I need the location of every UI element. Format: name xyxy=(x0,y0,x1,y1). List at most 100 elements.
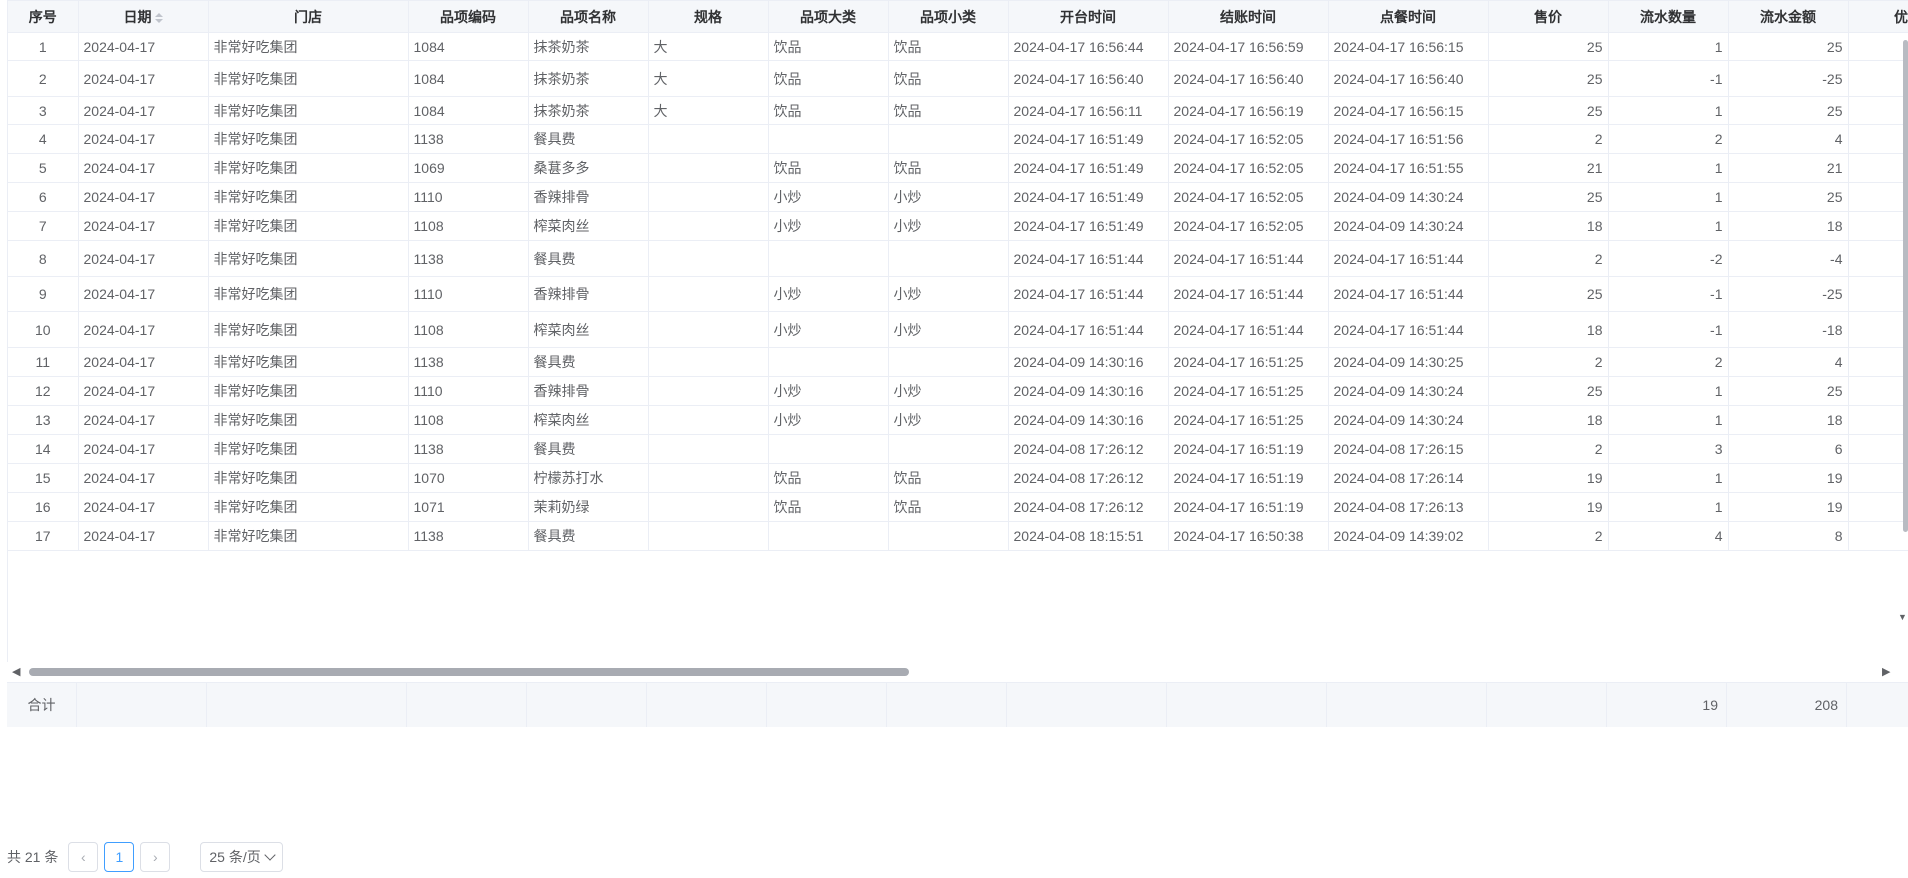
table-summary-row: 合计 19 208 xyxy=(7,682,1908,727)
column-header-label: 优惠 xyxy=(1894,8,1908,25)
cell-spec xyxy=(648,492,769,522)
summary-cell xyxy=(767,683,887,727)
table-row[interactable]: 1 2024-04-17 非常好吃集团 1084 抹茶奶茶大饮品 饮品 2024-04-17… xyxy=(8,32,1908,61)
cell-name: 香辣排骨 xyxy=(528,182,649,212)
cell-qty: 3 xyxy=(1608,434,1729,464)
cell-minor: 饮品 xyxy=(888,492,1009,522)
next-page-button[interactable]: › xyxy=(140,842,171,872)
prev-page-button[interactable]: ‹ xyxy=(68,842,99,872)
table-row[interactable]: 8 2024-04-17 非常好吃集团 1138 餐具费 2024-04-17 16:51… xyxy=(8,240,1908,277)
cell-order: 2024-04-17 16:51:44 xyxy=(1328,311,1489,348)
cell-store: 非常好吃集团 xyxy=(208,32,409,61)
horizontal-scrollbar-thumb[interactable] xyxy=(29,668,909,676)
table-row[interactable]: 7 2024-04-17 非常好吃集团 1108 榨菜肉丝 小炒 小炒 2024-04-17 … xyxy=(8,211,1908,241)
cell-amount: 19 xyxy=(1728,463,1849,493)
cell-date: 2024-04-17 xyxy=(78,405,209,435)
cell-spec: 大 xyxy=(648,60,769,97)
cell-discount xyxy=(1848,311,1908,348)
table-row[interactable]: 11 2024-04-17 非常好吃集团 1138 餐具费 2024-04-09 14:3… xyxy=(8,347,1908,377)
cell-discount xyxy=(1848,32,1908,61)
cell-major: 饮品 xyxy=(768,60,889,97)
sort-caret-icon[interactable] xyxy=(154,12,163,23)
cell-name: 抹茶奶茶 xyxy=(528,96,649,125)
cell-minor: 小炒 xyxy=(888,211,1009,241)
cell-date: 2024-04-17 xyxy=(78,492,209,522)
table-row[interactable]: 16 2024-04-17 非常好吃集团 1071 茉莉奶绿 饮品 饮品 2024-04-08… xyxy=(8,492,1908,522)
column-header-label: 流水金额 xyxy=(1760,8,1816,25)
cell-seq: 14 xyxy=(8,434,79,464)
page-size-select[interactable]: 25 条/页 xyxy=(200,842,283,872)
table-row[interactable]: 12 2024-04-17 非常好吃集团 1110 香辣排骨 小炒 小炒 2024-04-09… xyxy=(8,376,1908,406)
cell-checkout: 2024-04-17 16:52:05 xyxy=(1168,211,1329,241)
table-row[interactable]: 3 2024-04-17 非常好吃集团 1084 抹茶奶茶大饮品 饮品 2024-04-17… xyxy=(8,96,1908,125)
table-row[interactable]: 17 2024-04-17 非常好吃集团 1138 餐具费 2024-04-08 18:1… xyxy=(8,521,1908,551)
cell-checkout: 2024-04-17 16:51:19 xyxy=(1168,463,1329,493)
cell-open: 2024-04-17 16:56:40 xyxy=(1008,60,1169,97)
page-number-button[interactable]: 1 xyxy=(104,842,135,872)
column-header-qty: 流水数量 xyxy=(1608,0,1729,33)
cell-discount xyxy=(1848,211,1908,241)
cell-open: 2024-04-09 14:30:16 xyxy=(1008,376,1169,406)
scroll-right-arrow-icon[interactable]: ▶ xyxy=(1882,666,1890,678)
table-row[interactable]: 4 2024-04-17 非常好吃集团 1138 餐具费 2024-04-17 16:51… xyxy=(8,124,1908,154)
cell-checkout: 2024-04-17 16:51:25 xyxy=(1168,347,1329,377)
table-row[interactable]: 9 2024-04-17 非常好吃集团 1110 香辣排骨 小炒 小炒 2024-04-17 … xyxy=(8,276,1908,312)
cell-order: 2024-04-08 17:26:13 xyxy=(1328,492,1489,522)
cell-spec xyxy=(648,405,769,435)
column-header-label: 序号 xyxy=(28,8,57,25)
column-header-label: 品项大类 xyxy=(800,8,856,25)
scroll-left-arrow-icon[interactable]: ◀ xyxy=(12,666,20,678)
cell-amount: 6 xyxy=(1728,434,1849,464)
cell-store: 非常好吃集团 xyxy=(208,434,409,464)
cell-price: 25 xyxy=(1488,32,1609,61)
cell-checkout: 2024-04-17 16:51:44 xyxy=(1168,311,1329,348)
column-header-date[interactable]: 日期 xyxy=(78,0,209,33)
cell-open: 2024-04-17 16:51:49 xyxy=(1008,153,1169,183)
table-row[interactable]: 5 2024-04-17 非常好吃集团 1069 桑葚多多 饮品 饮品 2024-04-17 … xyxy=(8,153,1908,183)
cell-store: 非常好吃集团 xyxy=(208,376,409,406)
column-header-store: 门店 xyxy=(208,0,409,33)
horizontal-scrollbar[interactable]: ◀ ▶ xyxy=(7,662,1908,682)
cell-store: 非常好吃集团 xyxy=(208,124,409,154)
cell-major xyxy=(768,347,889,377)
cell-checkout: 2024-04-17 16:51:19 xyxy=(1168,434,1329,464)
table-row[interactable]: 15 2024-04-17 非常好吃集团 1070 柠檬苏打水 饮品 饮品 2024-04-0… xyxy=(8,463,1908,493)
cell-date: 2024-04-17 xyxy=(78,434,209,464)
scroll-down-arrow-icon[interactable]: ▼ xyxy=(1898,612,1907,622)
column-header-code: 品项编码 xyxy=(408,0,529,33)
cell-open: 2024-04-17 16:51:44 xyxy=(1008,276,1169,312)
cell-price: 18 xyxy=(1488,405,1609,435)
cell-minor xyxy=(888,240,1009,277)
cell-amount: 18 xyxy=(1728,405,1849,435)
summary-amount: 208 xyxy=(1727,683,1847,727)
cell-checkout: 2024-04-17 16:51:25 xyxy=(1168,376,1329,406)
table-row[interactable]: 13 2024-04-17 非常好吃集团 1108 榨菜肉丝 小炒 小炒 2024-04-09… xyxy=(8,405,1908,435)
cell-major: 小炒 xyxy=(768,376,889,406)
cell-name: 餐具费 xyxy=(528,521,649,551)
cell-checkout: 2024-04-17 16:51:25 xyxy=(1168,405,1329,435)
cell-amount: 8 xyxy=(1728,521,1849,551)
cell-checkout: 2024-04-17 16:56:40 xyxy=(1168,60,1329,97)
column-header-label: 流水数量 xyxy=(1640,8,1696,25)
cell-price: 21 xyxy=(1488,153,1609,183)
summary-cell xyxy=(207,683,407,727)
cell-code: 1138 xyxy=(408,347,529,377)
table-row[interactable]: 14 2024-04-17 非常好吃集团 1138 餐具费 2024-04-08 17:2… xyxy=(8,434,1908,464)
cell-order: 2024-04-17 16:56:15 xyxy=(1328,32,1489,61)
column-header-order: 点餐时间 xyxy=(1328,0,1489,33)
cell-seq: 9 xyxy=(8,276,79,312)
cell-qty: 2 xyxy=(1608,347,1729,377)
cell-open: 2024-04-08 17:26:12 xyxy=(1008,434,1169,464)
cell-order: 2024-04-08 17:26:15 xyxy=(1328,434,1489,464)
table-row[interactable]: 6 2024-04-17 非常好吃集团 1110 香辣排骨 小炒 小炒 2024-04-17 … xyxy=(8,182,1908,212)
column-header-label: 规格 xyxy=(694,8,722,25)
cell-major: 饮品 xyxy=(768,96,889,125)
cell-date: 2024-04-17 xyxy=(78,211,209,241)
table-row[interactable]: 10 2024-04-17 非常好吃集团 1108 榨菜肉丝 小炒 小炒 2024-04-17… xyxy=(8,311,1908,348)
cell-qty: 1 xyxy=(1608,211,1729,241)
table-row[interactable]: 2 2024-04-17 非常好吃集团 1084 抹茶奶茶大饮品 饮品 2024-04-17… xyxy=(8,60,1908,97)
cell-name: 抹茶奶茶 xyxy=(528,32,649,61)
cell-date: 2024-04-17 xyxy=(78,376,209,406)
vertical-scrollbar-thumb[interactable] xyxy=(1903,40,1908,532)
cell-seq: 8 xyxy=(8,240,79,277)
